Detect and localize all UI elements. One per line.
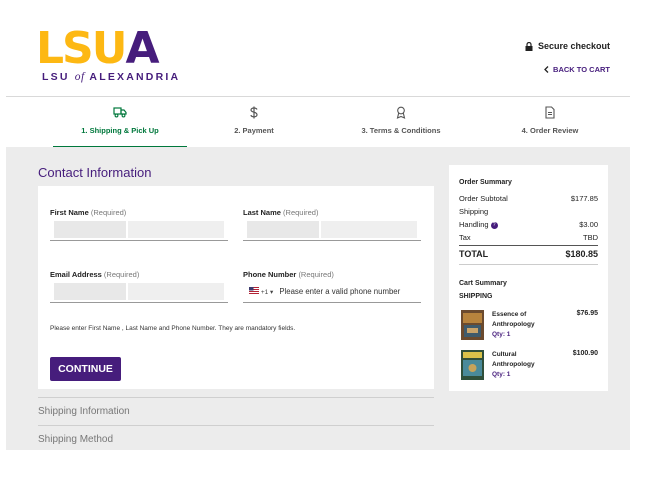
required-hint: (Required) xyxy=(283,208,319,217)
secure-checkout: Secure checkout xyxy=(525,41,610,51)
step-payment[interactable]: 2. Payment xyxy=(187,103,321,147)
step-label: 3. Terms & Conditions xyxy=(361,126,441,135)
shipping-method-section[interactable]: Shipping Method xyxy=(38,425,434,445)
autofill-overlay xyxy=(54,221,126,238)
autofill-overlay xyxy=(321,221,417,238)
country-code: +1 xyxy=(260,289,269,296)
logo-letter-l: L xyxy=(36,23,64,74)
cart-item-qty: Qty: 1 xyxy=(492,371,511,378)
cart-item: Essence of Anthropology Qty: 1 $76.95 xyxy=(459,310,598,342)
secure-checkout-label: Secure checkout xyxy=(537,41,610,51)
summary-total-row: TOTAL $180.85 xyxy=(459,249,598,259)
document-icon xyxy=(481,106,619,122)
checkout-steps: 1. Shipping & Pick Up 2. Payment 3. Term… xyxy=(53,103,619,148)
logo-letter-s: S xyxy=(62,23,94,74)
cart-item-info: Essence of Anthropology Qty: 1 xyxy=(492,310,552,340)
contact-form: First Name (Required) Last Name (Require… xyxy=(38,186,434,389)
summary-row-label: Order Subtotal xyxy=(459,194,508,203)
logo-letter-u: U xyxy=(91,23,128,74)
order-summary-title: Order Summary xyxy=(459,179,512,186)
step-label: 1. Shipping & Pick Up xyxy=(81,126,159,135)
lsu-alexandria-logo[interactable]: L S U A LSU of ALEXANDRIA xyxy=(36,23,188,84)
chevron-down-icon: ▾ xyxy=(270,289,274,296)
last-name-field[interactable] xyxy=(243,219,421,241)
book-cover-image[interactable] xyxy=(461,310,484,340)
first-name-field[interactable] xyxy=(50,219,228,241)
logo-sub-lsu: LSU xyxy=(42,71,70,83)
help-icon[interactable]: ? xyxy=(490,221,498,229)
cart-item: Cultural Anthropology Qty: 1 $100.90 xyxy=(459,350,598,382)
cart-summary-title: Cart Summary xyxy=(459,280,507,287)
chevron-left-icon xyxy=(544,66,549,73)
cart-item-qty: Qty: 1 xyxy=(492,331,511,338)
summary-row-label: Tax xyxy=(459,233,471,242)
summary-row-label: Shipping xyxy=(459,207,489,216)
last-name-label: Last Name (Required) xyxy=(243,208,318,217)
email-field[interactable] xyxy=(50,281,228,303)
step-label: 2. Payment xyxy=(234,126,274,135)
step-order-review[interactable]: 4. Order Review xyxy=(481,103,619,147)
cart-item-name: Essence of Anthropology xyxy=(492,311,535,328)
cart-item-price: $76.95 xyxy=(576,310,598,317)
step-terms-conditions[interactable]: 3. Terms & Conditions xyxy=(321,103,481,147)
logo-sub-of: of xyxy=(74,71,85,83)
cart-item-info: Cultural Anthropology Qty: 1 xyxy=(492,350,552,380)
summary-divider xyxy=(459,245,598,246)
summary-row-value: $3.00 xyxy=(579,220,598,229)
shipping-information-section[interactable]: Shipping Information xyxy=(38,397,434,417)
logo-subtitle: LSU of ALEXANDRIA xyxy=(42,71,180,83)
summary-total-label: TOTAL xyxy=(459,249,489,259)
phone-placeholder: Please enter a valid phone number xyxy=(279,287,401,296)
summary-row-subtotal: Order Subtotal $177.85 xyxy=(459,194,598,203)
summary-row-shipping: Shipping xyxy=(459,207,598,216)
order-summary-panel: Order Summary Order Subtotal $177.85 Shi… xyxy=(449,165,608,391)
email-label: Email Address (Required) xyxy=(50,270,139,279)
continue-button[interactable]: CONTINUE xyxy=(50,357,121,381)
summary-row-tax: Tax TBD xyxy=(459,233,598,242)
email-label-text: Email Address xyxy=(50,270,102,279)
last-name-label-text: Last Name xyxy=(243,208,281,217)
dollar-icon xyxy=(187,106,321,122)
phone-field[interactable]: +1 ▾ Please enter a valid phone number xyxy=(243,281,421,303)
summary-row-label: Handling xyxy=(459,220,489,229)
ribbon-icon xyxy=(321,106,481,122)
logo-letter-a: A xyxy=(125,23,159,74)
autofill-overlay xyxy=(54,283,126,300)
book-cover-image[interactable] xyxy=(461,350,484,380)
summary-row-value: $177.85 xyxy=(570,194,598,203)
logo-sub-alexandria: ALEXANDRIA xyxy=(89,71,181,83)
lock-icon xyxy=(525,41,533,51)
autofill-overlay xyxy=(247,221,319,238)
back-to-cart-link[interactable]: BACK TO CART xyxy=(544,65,610,74)
back-to-cart-label: BACK TO CART xyxy=(553,65,610,74)
first-name-label: First Name (Required) xyxy=(50,208,126,217)
required-hint: (Required) xyxy=(90,208,127,217)
truck-icon xyxy=(53,106,187,122)
summary-row-label-wrap: Handling? xyxy=(459,220,498,229)
logo-letters: L S U A xyxy=(36,23,188,74)
phone-label-text: Phone Number xyxy=(243,270,297,279)
us-flag-icon xyxy=(249,287,259,294)
summary-row-handling: Handling? $3.00 xyxy=(459,220,598,229)
contact-information-title: Contact Information xyxy=(38,165,152,180)
required-hint: (Required) xyxy=(298,270,334,279)
required-hint: (Required) xyxy=(103,270,140,279)
first-name-label-text: First Name xyxy=(50,208,89,217)
summary-divider xyxy=(459,264,598,265)
phone-label: Phone Number (Required) xyxy=(243,270,334,279)
summary-row-value: TBD xyxy=(583,233,598,242)
country-code-selector[interactable]: +1 ▾ xyxy=(249,287,273,296)
step-shipping-pickup[interactable]: 1. Shipping & Pick Up xyxy=(53,103,187,148)
cart-item-name: Cultural Anthropology xyxy=(492,351,535,368)
mandatory-fields-note: Please enter First Name , Last Name and … xyxy=(50,325,296,332)
cart-item-price: $100.90 xyxy=(572,350,598,357)
header-divider xyxy=(6,96,630,97)
summary-total-value: $180.85 xyxy=(565,249,598,259)
autofill-overlay xyxy=(128,283,224,300)
step-label: 4. Order Review xyxy=(521,126,579,135)
cart-shipping-title: SHIPPING xyxy=(459,293,493,300)
autofill-overlay xyxy=(128,221,224,238)
